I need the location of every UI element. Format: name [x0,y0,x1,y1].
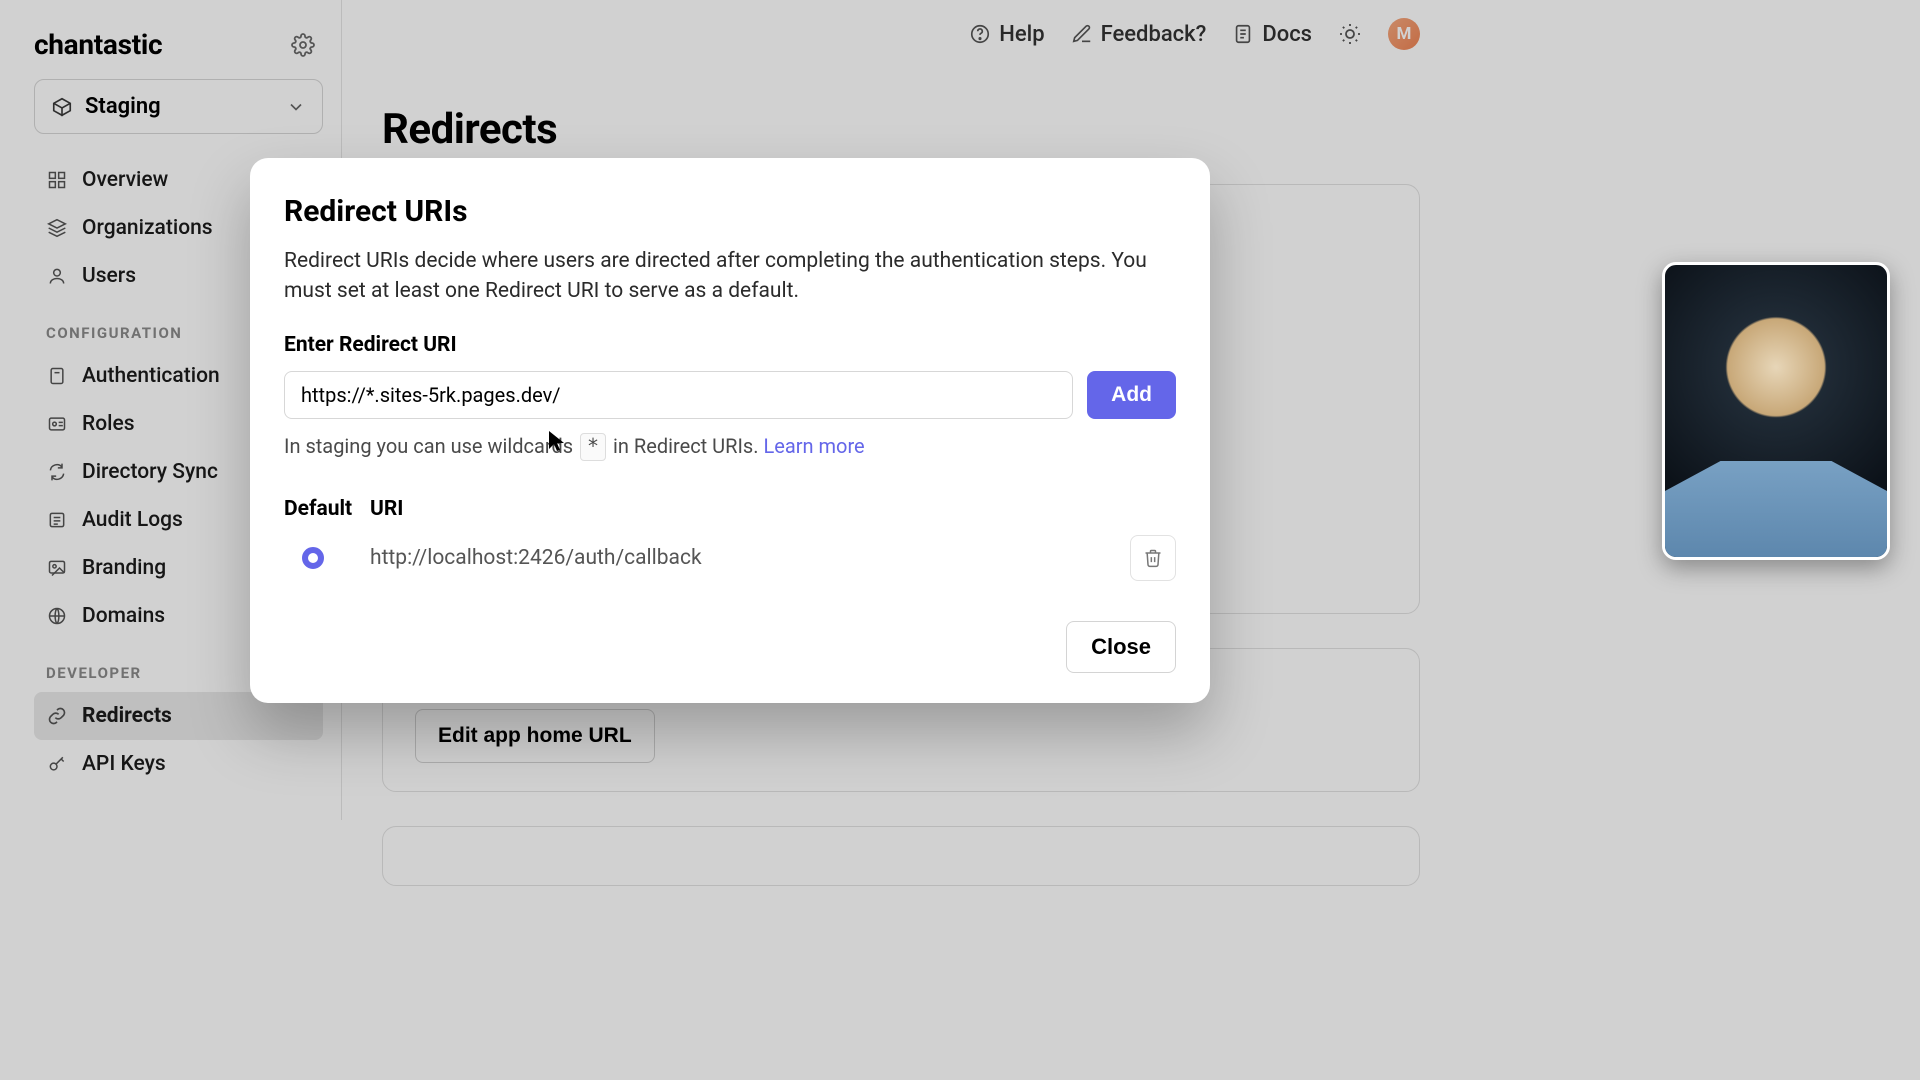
list-icon [46,510,68,530]
shield-icon [46,366,68,386]
cube-icon [51,96,73,118]
redirect-uris-modal: Redirect URIs Redirect URIs decide where… [250,158,1210,703]
id-icon [46,414,68,434]
wildcard-hint: In staging you can use wildcards * in Re… [284,433,1176,461]
sidebar-item-label: Audit Logs [82,508,183,532]
sidebar-item-label: Overview [82,168,168,192]
user-icon [46,266,68,286]
col-default: Default [284,497,370,521]
layers-icon [46,218,68,238]
close-button[interactable]: Close [1066,621,1176,673]
grid-icon [46,170,68,190]
webcam-overlay [1662,262,1890,560]
help-icon [969,23,991,45]
wildcard-star: * [580,433,606,461]
file-icon [1232,23,1254,45]
redirect-uri-field-label: Enter Redirect URI [284,333,1176,357]
modal-description: Redirect URIs decide where users are dir… [284,247,1176,307]
theme-toggle-icon[interactable] [1338,22,1362,46]
org-header: chantastic [34,22,323,79]
page-title: Redirects [382,105,1420,154]
feedback-link[interactable]: Feedback? [1071,22,1207,47]
sidebar-item-label: Redirects [82,704,172,728]
col-uri: URI [370,497,1176,521]
key-icon [46,754,68,774]
feedback-label: Feedback? [1101,22,1207,47]
mouse-cursor-icon [548,430,566,452]
redirect-uri-input[interactable] [284,371,1073,419]
link-icon [46,706,68,726]
environment-selector[interactable]: Staging [34,79,323,134]
sidebar-item-label: Users [82,264,136,288]
edit-app-home-url-button[interactable]: Edit app home URL [415,709,655,763]
chevron-down-icon [286,97,306,117]
org-name: chantastic [34,28,162,61]
gear-icon[interactable] [291,33,315,57]
help-link[interactable]: Help [969,22,1044,47]
topbar: Help Feedback? Docs M [969,18,1420,50]
sidebar-item-api-keys[interactable]: API Keys [34,740,323,788]
sidebar-item-label: Roles [82,412,135,436]
docs-link[interactable]: Docs [1232,22,1312,47]
sidebar-item-label: Branding [82,556,166,580]
sync-icon [46,462,68,482]
sidebar-item-label: Domains [82,604,165,628]
learn-more-link[interactable]: Learn more [763,434,864,458]
default-radio[interactable] [302,547,324,569]
next-panel [382,826,1420,886]
sidebar-item-label: Organizations [82,216,213,240]
sidebar-item-label: Authentication [82,364,220,388]
avatar[interactable]: M [1388,18,1420,50]
delete-button[interactable] [1130,535,1176,581]
globe-icon [46,606,68,626]
modal-title: Redirect URIs [284,194,1176,229]
uri-cell: http://localhost:2426/auth/callback [370,546,1130,570]
edit-icon [1071,23,1093,45]
environment-label: Staging [85,94,274,119]
trash-icon [1143,548,1163,568]
image-icon [46,558,68,578]
sidebar-item-label: API Keys [82,752,166,776]
docs-label: Docs [1262,22,1312,47]
add-button[interactable]: Add [1087,371,1176,419]
sidebar-item-label: Directory Sync [82,460,218,484]
redirect-uri-table: Default URI http://localhost:2426/auth/c… [284,497,1176,581]
table-row: http://localhost:2426/auth/callback [284,535,1176,581]
help-label: Help [999,22,1044,47]
